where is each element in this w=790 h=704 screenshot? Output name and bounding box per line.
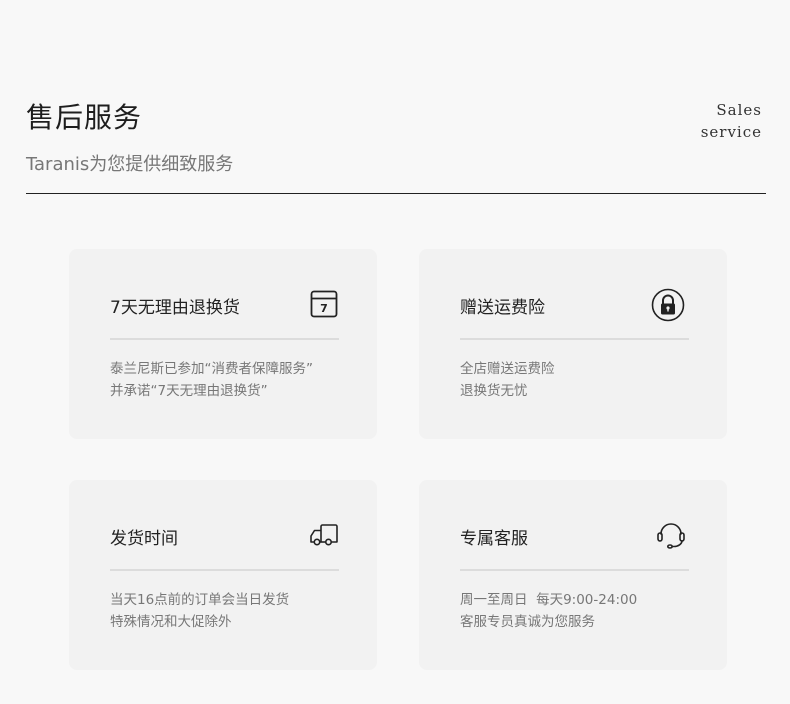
section-header: 售后服务 Taranis为您提供细致服务 Sales service (26, 90, 766, 194)
card-description-line: 特殊情况和大促除外 (110, 614, 232, 630)
card-description-line: 泰兰尼斯已参加“消费者保障服务” (110, 361, 313, 377)
service-card-return: 7天无理由退换货 7 泰兰尼斯已参加“消费者保障服务” 并承诺“7天无理由退换货… (69, 249, 377, 439)
svg-text:7: 7 (320, 302, 328, 315)
service-card-support: 专属客服 周一至周日 每天9:00-24:00 客服专员真诚为您服务 (419, 480, 727, 670)
service-card-shipping: 发货时间 当天16点前的订单会当日发货 特殊情况和大促除外 (69, 480, 377, 670)
card-description-line: 周一至周日 每天9:00-24:00 (460, 592, 638, 608)
card-divider (460, 338, 689, 340)
lock-icon (651, 288, 685, 322)
card-divider (460, 569, 689, 571)
service-card-insurance: 赠送运费险 全店赠送运费险 退换货无忧 (419, 249, 727, 439)
english-title-line-1: Sales (716, 101, 762, 119)
card-title: 赠送运费险 (460, 298, 545, 318)
card-description-line: 并承诺“7天无理由退换货” (110, 383, 268, 399)
headset-icon (656, 520, 686, 550)
card-description-line: 客服专员真诚为您服务 (460, 614, 595, 630)
english-title: Sales service (701, 99, 762, 143)
card-description-line: 退换货无忧 (460, 383, 528, 399)
card-title: 专属客服 (460, 529, 528, 549)
card-description-line: 全店赠送运费险 (460, 361, 555, 377)
card-description: 泰兰尼斯已参加“消费者保障服务” 并承诺“7天无理由退换货” (110, 358, 313, 402)
page-title: 售后服务 (26, 101, 143, 134)
card-description: 周一至周日 每天9:00-24:00 客服专员真诚为您服务 (460, 589, 637, 633)
card-title: 发货时间 (110, 529, 178, 549)
calendar-7-icon: 7 (309, 289, 339, 319)
page-subtitle: Taranis为您提供细致服务 (26, 154, 234, 175)
card-divider (110, 338, 339, 340)
card-description: 当天16点前的订单会当日发货 特殊情况和大促除外 (110, 589, 289, 633)
card-title: 7天无理由退换货 (110, 298, 240, 318)
card-description-line: 当天16点前的订单会当日发货 (110, 592, 290, 608)
card-divider (110, 569, 339, 571)
english-title-line-2: service (700, 123, 762, 141)
card-description: 全店赠送运费险 退换货无忧 (460, 358, 555, 402)
delivery-truck-icon (309, 520, 339, 550)
